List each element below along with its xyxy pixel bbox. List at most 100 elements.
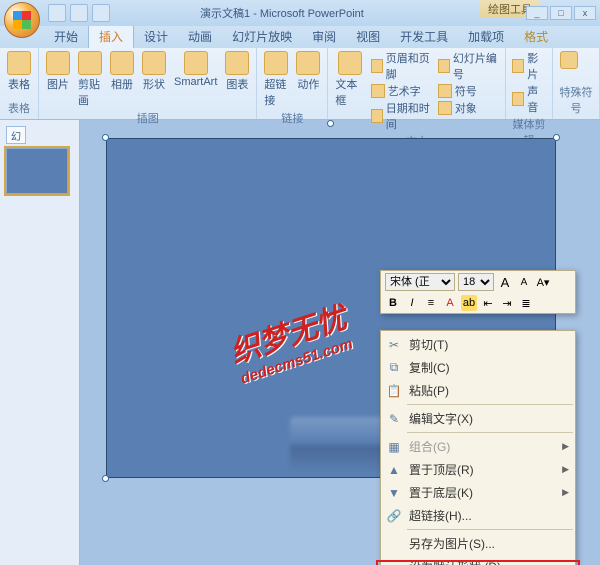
shapes-button[interactable]: 形状	[139, 50, 169, 93]
menu-bring-front[interactable]: ▲置于顶层(R)▶	[381, 458, 575, 481]
submenu-arrow-icon: ▶	[562, 441, 569, 452]
hyperlink-button[interactable]: 超链接	[261, 50, 291, 109]
action-button[interactable]: 动作	[293, 50, 323, 93]
chart-button[interactable]: 图表	[222, 50, 252, 93]
clipart-button[interactable]: 剪贴画	[75, 50, 105, 109]
change-case-button[interactable]: A▾	[535, 274, 551, 290]
edit-text-icon: ✎	[385, 411, 403, 427]
bring-front-icon: ▲	[385, 462, 403, 478]
slideno-button[interactable]: 幻灯片编号	[436, 50, 501, 82]
quick-access-toolbar	[48, 4, 110, 22]
shrink-font-button[interactable]: A	[516, 274, 532, 290]
tab-format[interactable]: 格式	[514, 25, 558, 48]
smartart-icon	[184, 51, 208, 75]
menu-set-default[interactable]: 设为默认形状 (D)	[381, 555, 575, 565]
special-symbol-button[interactable]	[557, 50, 581, 70]
align-button[interactable]: ≡	[423, 295, 439, 311]
send-back-icon: ▼	[385, 485, 403, 501]
tab-home[interactable]: 开始	[44, 25, 88, 48]
indent-inc-button[interactable]: ⇥	[499, 295, 515, 311]
group-illustrations: 图片 剪贴画 相册 形状 SmartArt 图表 插图	[39, 48, 257, 119]
picture-icon	[46, 51, 70, 75]
context-menu: ✂剪切(T) ⧉复制(C) 📋粘贴(P) ✎编辑文字(X) ▦组合(G)▶ ▲置…	[380, 330, 576, 565]
window-title: 演示文稿1 - Microsoft PowerPoint	[200, 5, 364, 21]
handle-rotate[interactable]	[327, 120, 334, 127]
menu-paste[interactable]: 📋粘贴(P)	[381, 379, 575, 402]
qat-redo-icon[interactable]	[92, 4, 110, 22]
album-button[interactable]: 相册	[107, 50, 137, 93]
table-button[interactable]: 表格	[4, 50, 34, 93]
action-icon	[296, 51, 320, 75]
bold-button[interactable]: B	[385, 295, 401, 311]
header-icon	[371, 59, 383, 73]
font-select[interactable]: 宋体 (正	[385, 273, 455, 291]
object-icon	[438, 101, 452, 115]
font-color-button[interactable]: A	[442, 295, 458, 311]
tab-animation[interactable]: 动画	[178, 25, 222, 48]
sound-button[interactable]: 声音	[510, 83, 548, 115]
symbol-grid-icon	[560, 51, 578, 69]
chart-icon	[225, 51, 249, 75]
cut-icon: ✂	[385, 337, 403, 353]
tab-addins[interactable]: 加载项	[458, 25, 514, 48]
group-icon: ▦	[385, 439, 403, 455]
office-button[interactable]	[4, 2, 40, 38]
thumbnail-pane[interactable]: 幻	[0, 120, 80, 565]
copy-icon: ⧉	[385, 360, 403, 376]
submenu-arrow-icon: ▶	[562, 487, 569, 498]
table-icon	[7, 51, 31, 75]
bullets-button[interactable]: ≣	[518, 295, 534, 311]
tab-developer[interactable]: 开发工具	[390, 25, 458, 48]
menu-hyperlink[interactable]: 🔗超链接(H)...	[381, 504, 575, 527]
smartart-button[interactable]: SmartArt	[171, 50, 220, 89]
grow-font-button[interactable]: A	[497, 274, 513, 290]
wordart-button[interactable]: 艺术字	[369, 83, 434, 99]
textbox-button[interactable]: 文本框	[332, 50, 366, 109]
shapes-icon	[142, 51, 166, 75]
tab-design[interactable]: 设计	[134, 25, 178, 48]
header-footer-button[interactable]: 页眉和页脚	[369, 50, 434, 82]
highlight-button[interactable]: ab	[461, 295, 477, 311]
tab-review[interactable]: 审阅	[302, 25, 346, 48]
picture-button[interactable]: 图片	[43, 50, 73, 93]
tab-view[interactable]: 视图	[346, 25, 390, 48]
menu-cut[interactable]: ✂剪切(T)	[381, 333, 575, 356]
menu-send-back[interactable]: ▼置于底层(K)▶	[381, 481, 575, 504]
menu-copy[interactable]: ⧉复制(C)	[381, 356, 575, 379]
hyperlink-icon	[264, 51, 288, 75]
close-button[interactable]: x	[574, 6, 596, 20]
restore-button[interactable]: □	[550, 6, 572, 20]
paste-icon: 📋	[385, 383, 403, 399]
title-bar: 演示文稿1 - Microsoft PowerPoint 绘图工具 _ □ x	[0, 0, 600, 26]
indent-dec-button[interactable]: ⇤	[480, 295, 496, 311]
tab-insert[interactable]: 插入	[88, 24, 134, 48]
sound-icon	[512, 92, 524, 106]
minimize-button[interactable]: _	[526, 6, 548, 20]
textbox-icon	[338, 51, 362, 75]
italic-button[interactable]: I	[404, 295, 420, 311]
qat-save-icon[interactable]	[48, 4, 66, 22]
slide-canvas[interactable]: 织梦无忧 dedecms51.com 宋体 (正 18 A A A▾ B I ≡…	[80, 120, 600, 565]
movie-button[interactable]: 影片	[510, 50, 548, 82]
font-size-select[interactable]: 18	[458, 273, 494, 291]
group-tables: 表格 表格	[0, 48, 39, 119]
tab-slideshow[interactable]: 幻灯片放映	[222, 25, 302, 48]
movie-icon	[512, 59, 524, 73]
object-button[interactable]: 对象	[436, 100, 501, 116]
symbol-button[interactable]: 符号	[436, 83, 501, 99]
group-links: 超链接 动作 链接	[257, 48, 328, 119]
group-media: 影片 声音 媒体剪辑	[506, 48, 553, 119]
album-icon	[110, 51, 134, 75]
wordart-icon	[371, 84, 385, 98]
group-symbols: 特殊符号	[553, 48, 600, 119]
qat-undo-icon[interactable]	[70, 4, 88, 22]
menu-group: ▦组合(G)▶	[381, 435, 575, 458]
ribbon: 表格 表格 图片 剪贴画 相册 形状 SmartArt 图表 插图 超链接 动作…	[0, 48, 600, 120]
slideno-icon	[438, 59, 450, 73]
group-text: 文本框 页眉和页脚 艺术字 日期和时间 幻灯片编号 符号 对象 文本	[328, 48, 506, 119]
menu-edit-text[interactable]: ✎编辑文字(X)	[381, 407, 575, 430]
thumbnail-tab[interactable]: 幻	[6, 126, 26, 144]
menu-save-as-pic[interactable]: 另存为图片(S)...	[381, 532, 575, 555]
slide-thumbnail-1[interactable]	[6, 148, 68, 194]
ribbon-tabs: 开始 插入 设计 动画 幻灯片放映 审阅 视图 开发工具 加载项 格式	[0, 26, 600, 48]
